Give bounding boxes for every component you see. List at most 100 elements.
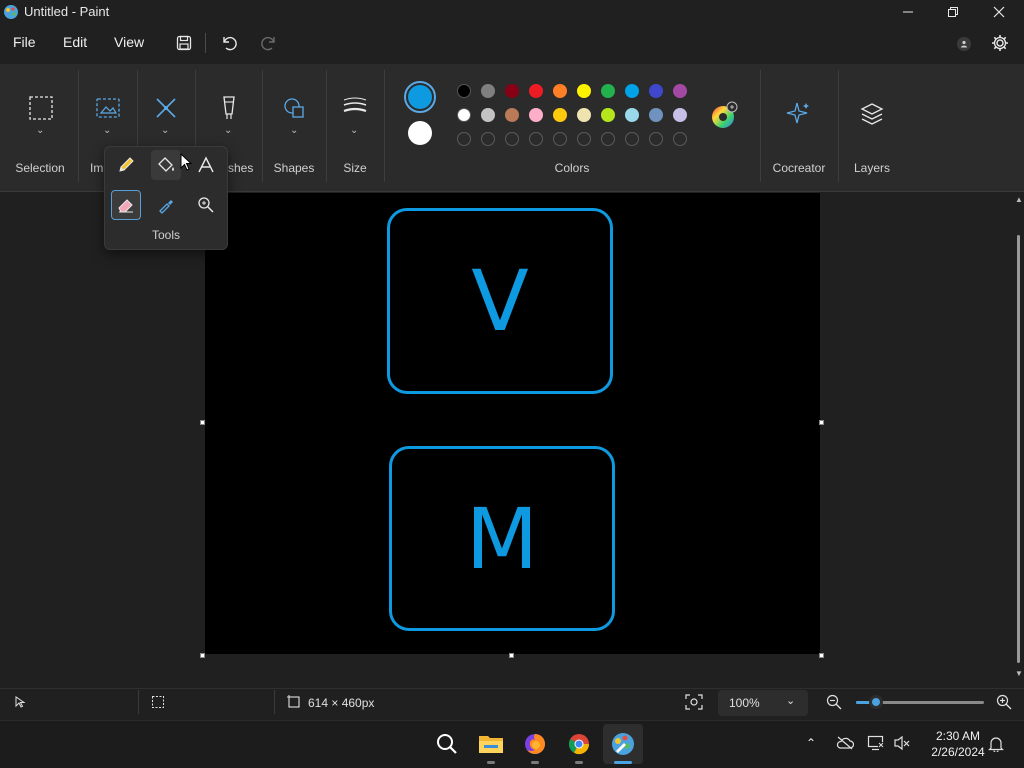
- close-button[interactable]: [976, 0, 1022, 24]
- text-tool-button[interactable]: [191, 150, 221, 180]
- show-hidden-icons-chevron-icon[interactable]: ⌃: [806, 736, 816, 750]
- chevron-down-icon: ⌄: [786, 695, 796, 707]
- custom-color-slot[interactable]: [553, 132, 567, 146]
- shapes-button[interactable]: [281, 94, 311, 124]
- custom-color-slot[interactable]: [577, 132, 591, 146]
- canvas-resize-handle-left[interactable]: [200, 420, 205, 425]
- color-swatch[interactable]: [481, 84, 495, 98]
- custom-color-slot[interactable]: [457, 132, 471, 146]
- chrome-icon: [568, 734, 590, 755]
- canvas-resize-handle-right[interactable]: [819, 420, 824, 425]
- custom-color-slot[interactable]: [625, 132, 639, 146]
- tools-dropdown-chevron[interactable]: ⌄: [161, 125, 169, 136]
- network-tray-button[interactable]: [867, 735, 885, 751]
- color-swatch[interactable]: [625, 108, 639, 122]
- selection-dropdown-chevron[interactable]: ⌄: [36, 125, 44, 136]
- fit-to-window-button[interactable]: [685, 694, 703, 710]
- custom-color-slot[interactable]: [601, 132, 615, 146]
- color-swatch[interactable]: [457, 108, 471, 122]
- settings-button[interactable]: [990, 33, 1010, 53]
- zoom-slider-track[interactable]: [856, 695, 984, 709]
- secondary-color-button[interactable]: [408, 121, 432, 145]
- taskbar-chrome[interactable]: [563, 728, 595, 760]
- cursor-position-icon: [14, 695, 28, 709]
- color-swatch[interactable]: [481, 108, 495, 122]
- pencil-tool-button[interactable]: [111, 150, 141, 180]
- taskbar-file-explorer[interactable]: [475, 728, 507, 760]
- taskbar-firefox[interactable]: [519, 728, 551, 760]
- account-button[interactable]: [957, 37, 971, 51]
- onedrive-tray-button[interactable]: [836, 736, 854, 750]
- color-swatch[interactable]: [529, 84, 543, 98]
- minimize-button[interactable]: [885, 0, 931, 24]
- color-swatch[interactable]: [505, 108, 519, 122]
- fill-tool-button[interactable]: [151, 150, 181, 180]
- paint-app-icon: [612, 733, 634, 755]
- tools-group-button[interactable]: [152, 94, 182, 124]
- scroll-up-arrow-icon[interactable]: ▲: [1015, 195, 1023, 204]
- save-button[interactable]: [170, 31, 198, 55]
- color-swatch[interactable]: [457, 84, 471, 98]
- magnifier-tool-button[interactable]: [191, 190, 221, 220]
- vertical-scrollbar[interactable]: ▲ ▼: [1012, 193, 1024, 683]
- custom-color-slot[interactable]: [649, 132, 663, 146]
- color-swatch[interactable]: [553, 108, 567, 122]
- brushes-button[interactable]: [215, 94, 245, 124]
- custom-color-slot[interactable]: [529, 132, 543, 146]
- color-swatch[interactable]: [577, 108, 591, 122]
- taskbar-clock[interactable]: 2:30 AM 2/26/2024: [918, 728, 998, 760]
- layers-button[interactable]: [858, 100, 888, 130]
- color-swatch[interactable]: [649, 108, 663, 122]
- person-icon: [961, 40, 967, 48]
- size-button[interactable]: [341, 94, 371, 124]
- cocreator-button[interactable]: [785, 100, 815, 130]
- menu-edit[interactable]: Edit: [63, 34, 87, 50]
- canvas-resize-handle-bottom-right[interactable]: [819, 653, 824, 658]
- notifications-button[interactable]: [988, 736, 1004, 752]
- eraser-tool-button[interactable]: [111, 190, 141, 220]
- shapes-dropdown-chevron[interactable]: ⌄: [290, 125, 298, 136]
- magnifier-icon: [198, 197, 214, 213]
- taskbar-search-button[interactable]: [431, 728, 463, 760]
- color-swatch[interactable]: [529, 108, 543, 122]
- menu-file[interactable]: File: [13, 34, 36, 50]
- cocreator-group-label: Cocreator: [772, 161, 826, 175]
- mouse-cursor-icon: [180, 153, 192, 171]
- size-dropdown-chevron[interactable]: ⌄: [350, 125, 358, 136]
- zoom-out-button[interactable]: [826, 694, 842, 710]
- volume-tray-button[interactable]: [893, 735, 911, 751]
- zoom-in-button[interactable]: [996, 694, 1012, 710]
- scrollbar-thumb[interactable]: [1017, 235, 1020, 663]
- custom-color-slot[interactable]: [505, 132, 519, 146]
- color-swatch[interactable]: [505, 84, 519, 98]
- restore-button[interactable]: [930, 0, 976, 24]
- canvas-resize-handle-bottom[interactable]: [509, 653, 514, 658]
- letter-box-v: V: [387, 208, 613, 394]
- image-dropdown-chevron[interactable]: ⌄: [103, 125, 111, 136]
- color-swatch[interactable]: [553, 84, 567, 98]
- color-swatch[interactable]: [601, 84, 615, 98]
- color-swatch[interactable]: [673, 84, 687, 98]
- primary-color-button[interactable]: [404, 81, 436, 113]
- undo-button[interactable]: [215, 31, 243, 55]
- zoom-level-dropdown[interactable]: 100% ⌄: [718, 690, 808, 716]
- brushes-dropdown-chevron[interactable]: ⌄: [224, 125, 232, 136]
- redo-button[interactable]: [255, 31, 283, 55]
- bell-icon: [988, 737, 1004, 752]
- custom-color-slot[interactable]: [673, 132, 687, 146]
- color-swatch[interactable]: [625, 84, 639, 98]
- selection-tool-button[interactable]: [27, 94, 57, 124]
- color-swatch[interactable]: [649, 84, 663, 98]
- scroll-down-arrow-icon[interactable]: ▼: [1015, 669, 1023, 678]
- taskbar-paint[interactable]: [607, 728, 639, 760]
- color-picker-tool-button[interactable]: [151, 190, 181, 220]
- canvas-resize-handle-bottom-left[interactable]: [200, 653, 205, 658]
- color-swatch[interactable]: [577, 84, 591, 98]
- color-swatch[interactable]: [673, 108, 687, 122]
- image-tool-button[interactable]: [94, 94, 124, 124]
- color-swatch[interactable]: [601, 108, 615, 122]
- menu-view[interactable]: View: [114, 34, 144, 50]
- edit-colors-button[interactable]: [709, 101, 739, 131]
- custom-color-slot[interactable]: [481, 132, 495, 146]
- folder-icon: [479, 736, 503, 753]
